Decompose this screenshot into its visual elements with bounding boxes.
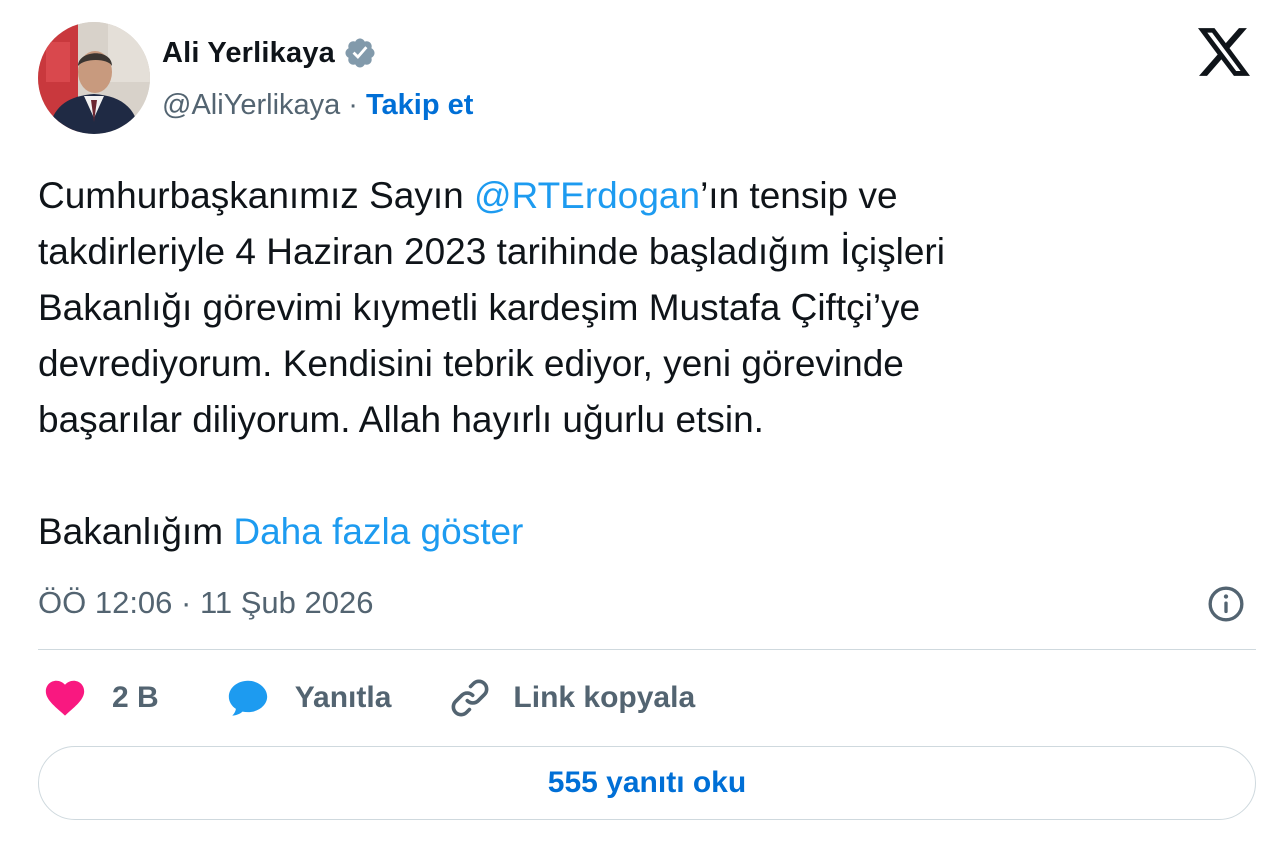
avatar-image: [38, 22, 150, 134]
verified-badge-icon: [343, 36, 377, 70]
link-icon: [447, 675, 493, 721]
action-bar: 2 B Yanıtla Link kopyala: [42, 672, 695, 724]
info-icon[interactable]: [1206, 584, 1246, 624]
read-replies-label: 555 yanıtı oku: [547, 766, 747, 799]
tweet-line: başarılar diliyorum. Allah hayırlı uğurl…: [38, 399, 764, 440]
reply-label: Yanıtla: [294, 681, 392, 714]
copy-link-button[interactable]: Link kopyala: [447, 675, 695, 721]
author-name[interactable]: Ali Yerlikaya: [162, 33, 377, 73]
reply-button[interactable]: Yanıtla: [225, 675, 392, 721]
mention-link[interactable]: @RTErdogan: [474, 175, 700, 216]
follow-button[interactable]: Takip et: [366, 89, 473, 121]
handle-row: @AliYerlikaya · Takip et: [162, 85, 473, 125]
tweet-card: Ali Yerlikaya @AliYerlikaya · Takip et Cum…: [0, 0, 1280, 850]
tweet-text: Cumhurbaşkanımız Sayın @RTErdogan’ın ten…: [38, 168, 1238, 560]
show-more-link[interactable]: Daha fazla göster: [233, 511, 523, 552]
copy-link-label: Link kopyala: [513, 681, 696, 714]
read-replies-button[interactable]: 555 yanıtı oku: [38, 746, 1256, 820]
text-segment: Cumhurbaşkanımız Sayın: [38, 175, 474, 216]
author-handle[interactable]: @AliYerlikaya: [162, 89, 340, 121]
heart-icon: [42, 675, 88, 721]
text-segment: ’ın tensip ve: [700, 175, 898, 216]
separator-dot: ·: [348, 89, 358, 121]
divider: [38, 649, 1256, 650]
x-logo-icon[interactable]: [1198, 28, 1250, 76]
tweet-line: takdirleriyle 4 Haziran 2023 tarihinde b…: [38, 231, 945, 272]
like-count: 2 B: [112, 681, 159, 714]
like-button[interactable]: 2 B: [42, 675, 159, 721]
tweet-line: Bakanlığım Daha fazla göster: [38, 504, 1238, 560]
tweet-line: Cumhurbaşkanımız Sayın @RTErdogan’ın ten…: [38, 168, 1238, 224]
author-name-label: Ali Yerlikaya: [162, 37, 335, 69]
reply-bubble-icon: [225, 675, 271, 721]
tweet-line: Bakanlığı görevimi kıymetli kardeşim Mus…: [38, 287, 921, 328]
avatar[interactable]: [38, 22, 150, 134]
tweet-line: devrediyorum. Kendisini tebrik ediyor, y…: [38, 343, 904, 384]
timestamp[interactable]: ÖÖ 12:06 · 11 Şub 2026: [38, 582, 374, 624]
text-segment: Bakanlığım: [38, 511, 234, 552]
